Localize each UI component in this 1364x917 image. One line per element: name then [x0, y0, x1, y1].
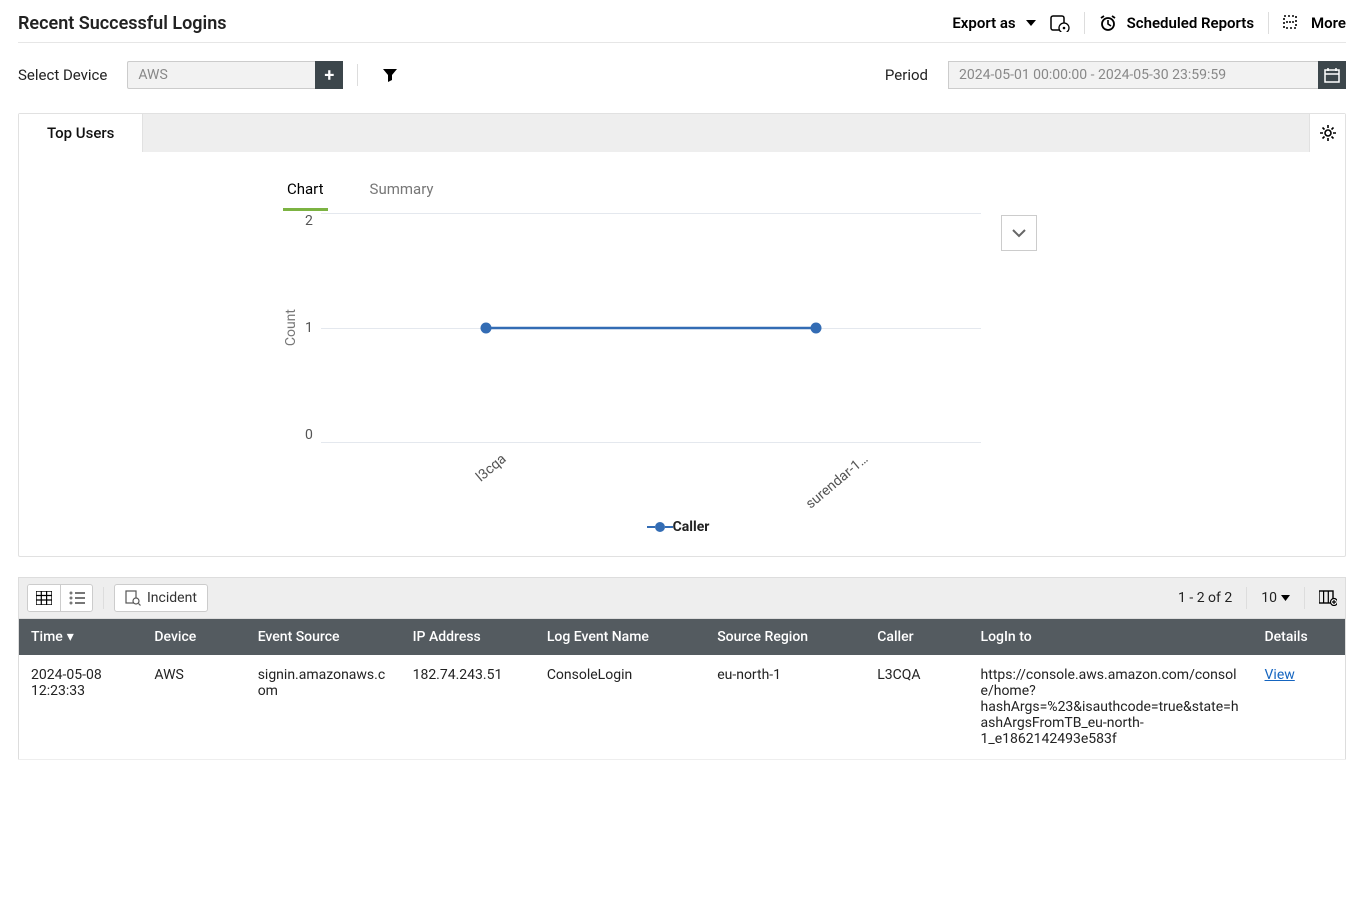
- divider: [1084, 12, 1085, 34]
- chevron-down-icon: [1011, 228, 1027, 238]
- filter-icon[interactable]: [382, 67, 398, 83]
- more-icon: [1283, 15, 1301, 31]
- more-button[interactable]: More: [1283, 14, 1346, 32]
- legend-marker-icon: [655, 522, 665, 532]
- cell-details: View: [1253, 655, 1346, 760]
- tab-top-users[interactable]: Top Users: [19, 114, 143, 152]
- incident-button[interactable]: Incident: [114, 584, 208, 612]
- chart-wrap: Count 2 1 0: [49, 213, 1315, 443]
- table-header-row: Time▾ Device Event Source IP Address Log…: [19, 619, 1346, 655]
- col-ip[interactable]: IP Address: [401, 619, 535, 655]
- ytick: 2: [305, 213, 313, 229]
- columns-settings-button[interactable]: [1319, 590, 1337, 606]
- xtick: l3cqa: [473, 451, 509, 485]
- col-event-source[interactable]: Event Source: [246, 619, 401, 655]
- sort-desc-icon: ▾: [67, 629, 74, 645]
- calendar-icon: [1324, 67, 1340, 83]
- divider: [357, 64, 358, 86]
- col-login-to[interactable]: LogIn to: [969, 619, 1253, 655]
- legend-item[interactable]: Caller: [655, 519, 710, 535]
- header-actions: Export as Scheduled Reports More: [952, 12, 1346, 34]
- calendar-button[interactable]: [1318, 61, 1346, 89]
- cell-caller: L3CQA: [865, 655, 968, 760]
- view-link[interactable]: View: [1265, 667, 1295, 683]
- grid-icon: [36, 591, 52, 605]
- subtab-summary[interactable]: Summary: [366, 172, 438, 211]
- chart-line: [321, 213, 981, 443]
- cell-event-source: signin.amazonaws.com: [246, 655, 401, 760]
- export-as-dropdown[interactable]: Export as: [952, 14, 1035, 32]
- top-users-panel: Top Users Chart Summary Count 2 1 0: [18, 113, 1346, 557]
- more-label: More: [1311, 14, 1346, 32]
- table-row: 2024-05-08 12:23:33 AWS signin.amazonaws…: [19, 655, 1346, 760]
- export-as-label: Export as: [952, 14, 1015, 32]
- cell-region: eu-north-1: [705, 655, 865, 760]
- incident-label: Incident: [147, 590, 197, 606]
- divider: [1246, 587, 1247, 609]
- ytick: 0: [305, 427, 313, 443]
- chart-yaxis: 2 1 0: [305, 213, 321, 443]
- scheduled-reports-label: Scheduled Reports: [1127, 14, 1254, 32]
- col-log-event[interactable]: Log Event Name: [535, 619, 705, 655]
- chart-xaxis: l3cqa surendar-1…: [345, 443, 1005, 513]
- cell-log-event: ConsoleLogin: [535, 655, 705, 760]
- header-row: Recent Successful Logins Export as Sched…: [18, 8, 1346, 43]
- cell-time: 2024-05-08 12:23:33: [19, 655, 143, 760]
- col-source-region[interactable]: Source Region: [705, 619, 865, 655]
- page-size-dropdown[interactable]: 10: [1261, 590, 1290, 606]
- add-device-button[interactable]: +: [315, 61, 343, 89]
- cell-ip: 182.74.243.51: [401, 655, 535, 760]
- panel-tabs: Top Users: [19, 114, 1345, 152]
- filter-row: Select Device AWS + Period 2024-05-01 00…: [18, 43, 1346, 107]
- caret-down-icon: [1281, 595, 1290, 601]
- ytick: 1: [305, 320, 313, 336]
- grid-view-button[interactable]: [28, 585, 60, 611]
- cell-device: AWS: [142, 655, 245, 760]
- gear-icon: [1320, 125, 1336, 141]
- pagination-text: 1 - 2 of 2: [1178, 590, 1232, 606]
- divider: [103, 587, 104, 609]
- xtick: surendar-1…: [803, 451, 872, 512]
- caret-down-icon: [1026, 20, 1036, 26]
- scheduled-reports-button[interactable]: Scheduled Reports: [1099, 14, 1254, 32]
- results-table: Time▾ Device Event Source IP Address Log…: [18, 619, 1346, 760]
- period-picker[interactable]: 2024-05-01 00:00:00 - 2024-05-30 23:59:5…: [948, 61, 1346, 89]
- divider: [1268, 12, 1269, 34]
- select-device-label: Select Device: [18, 66, 107, 84]
- col-time[interactable]: Time▾: [19, 619, 143, 655]
- period-value[interactable]: 2024-05-01 00:00:00 - 2024-05-30 23:59:5…: [948, 61, 1318, 89]
- page-title: Recent Successful Logins: [18, 13, 952, 34]
- col-details[interactable]: Details: [1253, 619, 1346, 655]
- cell-login-to: https://console.aws.amazon.com/console/h…: [969, 655, 1253, 760]
- chart-ylabel: Count: [283, 309, 299, 346]
- chart-collapse-button[interactable]: [1001, 215, 1037, 251]
- legend-label: Caller: [673, 519, 710, 535]
- page-size-value: 10: [1261, 590, 1277, 606]
- alarm-clock-icon: [1099, 14, 1117, 32]
- table-toolbar: Incident 1 - 2 of 2 10: [18, 577, 1346, 619]
- search-doc-icon: [125, 590, 141, 606]
- chart-subtabs: Chart Summary: [283, 172, 1315, 211]
- list-view-button[interactable]: [60, 585, 92, 611]
- col-caller[interactable]: Caller: [865, 619, 968, 655]
- chart-area: Chart Summary Count 2 1 0: [19, 152, 1345, 556]
- columns-icon: [1319, 590, 1337, 606]
- panel-settings-button[interactable]: [1309, 114, 1345, 152]
- col-device[interactable]: Device: [142, 619, 245, 655]
- chart-legend: Caller: [49, 519, 1315, 536]
- list-icon: [69, 591, 85, 605]
- divider: [1304, 587, 1305, 609]
- export-settings-icon[interactable]: [1050, 14, 1070, 32]
- period-label: Period: [885, 66, 928, 84]
- view-mode-buttons: [27, 584, 93, 612]
- subtab-chart[interactable]: Chart: [283, 172, 328, 211]
- chart-plot: [321, 213, 981, 443]
- device-value[interactable]: AWS: [127, 61, 315, 89]
- device-select[interactable]: AWS +: [127, 61, 343, 89]
